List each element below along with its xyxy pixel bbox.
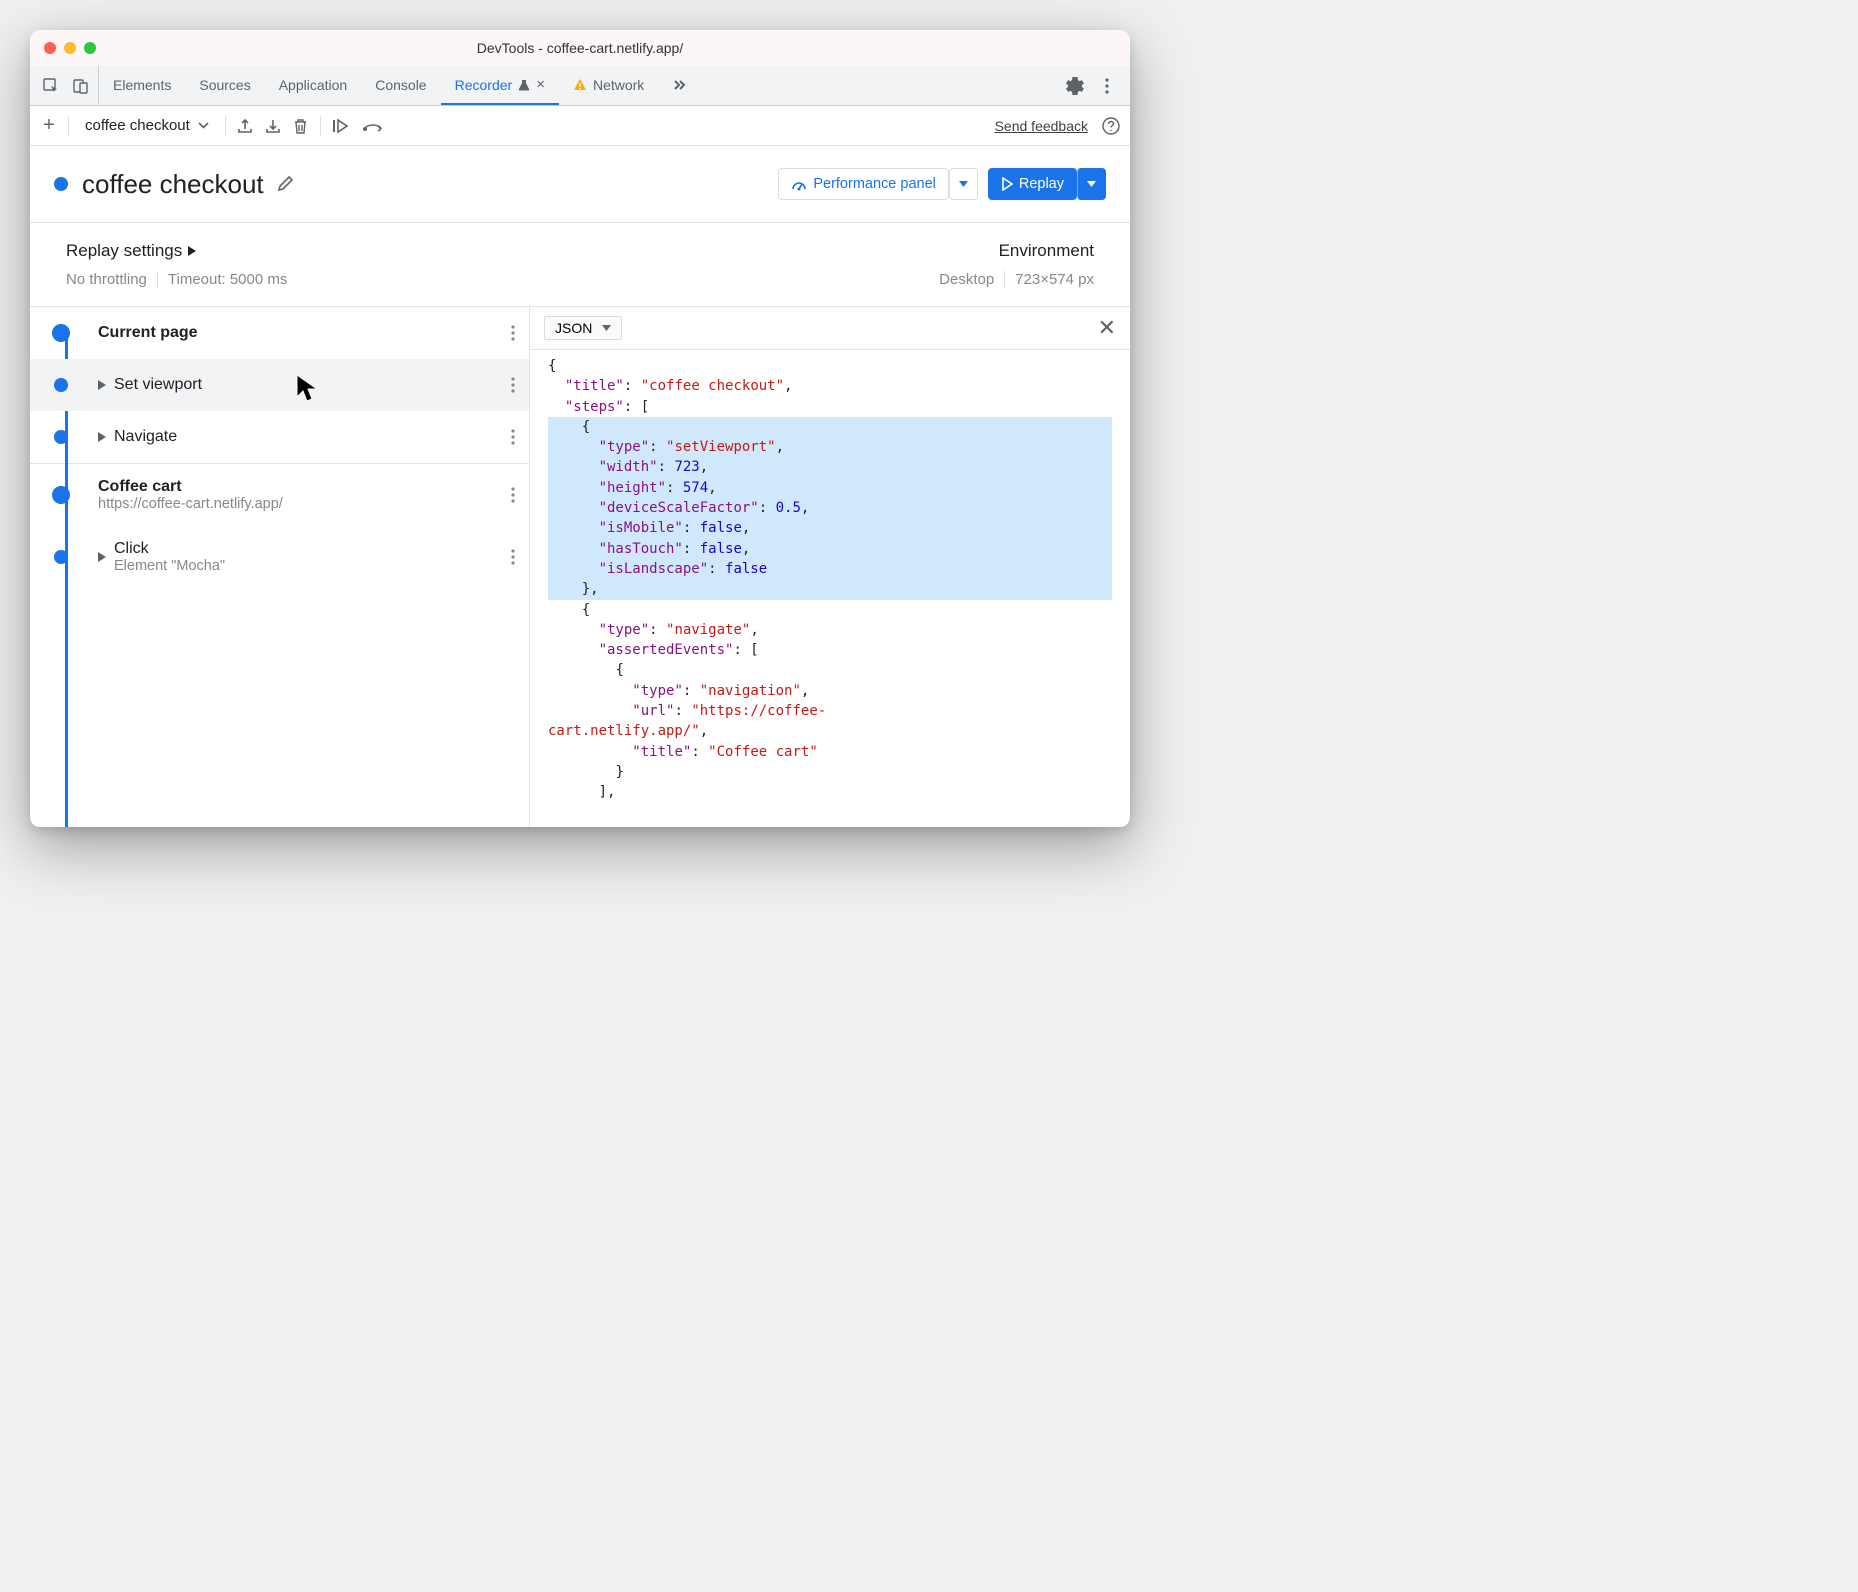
expand-icon[interactable]: [98, 380, 106, 390]
warning-icon: [573, 78, 587, 92]
continue-icon[interactable]: [331, 117, 353, 135]
step-menu-icon[interactable]: [507, 373, 519, 397]
cursor-pointer-icon: [295, 373, 321, 403]
import-icon[interactable]: [264, 117, 282, 135]
timeout-value: Timeout: 5000 ms: [168, 271, 288, 288]
step-menu-icon[interactable]: [507, 545, 519, 569]
devtools-tabbar: Elements Sources Application Console Rec…: [30, 66, 1130, 106]
status-dot: [54, 177, 68, 191]
settings-gear-icon[interactable]: [1066, 77, 1084, 95]
tab-recorder[interactable]: Recorder ×: [441, 66, 559, 105]
caret-down-icon: [1087, 181, 1096, 187]
timeline-step-page-coffee-cart[interactable]: Coffee cart https://coffee-cart.netlify.…: [30, 464, 529, 526]
replay-settings-toggle[interactable]: Replay settings: [66, 241, 580, 261]
code-viewer[interactable]: { "title": "coffee checkout", "steps": […: [530, 350, 1130, 827]
more-tabs-button[interactable]: [658, 66, 700, 105]
close-panel-icon[interactable]: ✕: [1098, 315, 1116, 341]
timeline-step-set-viewport[interactable]: Set viewport: [30, 359, 529, 411]
step-icon[interactable]: [363, 117, 385, 135]
chevron-down-icon: [198, 122, 209, 129]
code-panel: JSON ✕ { "title": "coffee checkout", "st…: [530, 307, 1130, 827]
play-icon: [1001, 177, 1013, 191]
inspect-icon[interactable]: [42, 77, 60, 95]
tab-application[interactable]: Application: [265, 66, 362, 105]
recording-dropdown[interactable]: coffee checkout: [79, 113, 215, 138]
close-tab-icon[interactable]: ×: [536, 76, 545, 93]
step-menu-icon[interactable]: [507, 321, 519, 345]
flask-icon: [518, 79, 530, 91]
tab-elements[interactable]: Elements: [99, 66, 185, 105]
timeline-step-current-page[interactable]: Current page: [30, 307, 529, 359]
replay-dropdown-caret[interactable]: [1077, 168, 1106, 200]
help-icon[interactable]: [1102, 117, 1120, 135]
step-menu-icon[interactable]: [507, 425, 519, 449]
device-toggle-icon[interactable]: [72, 77, 90, 95]
environment-title: Environment: [580, 241, 1094, 261]
recording-header: coffee checkout Performance panel Replay: [30, 146, 1130, 223]
settings-row: Replay settings No throttling Timeout: 5…: [30, 223, 1130, 307]
devtools-window: DevTools - coffee-cart.netlify.app/ Elem…: [30, 30, 1130, 827]
timeline-step-click[interactable]: Click Element "Mocha": [30, 526, 529, 588]
edit-name-icon[interactable]: [276, 175, 294, 193]
chevron-right-double-icon: [672, 78, 686, 92]
window-titlebar: DevTools - coffee-cart.netlify.app/: [30, 30, 1130, 66]
format-select[interactable]: JSON: [544, 316, 622, 340]
device-value: Desktop: [939, 271, 994, 288]
kebab-menu-icon[interactable]: [1098, 77, 1116, 95]
delete-icon[interactable]: [292, 117, 310, 135]
performance-panel-button[interactable]: Performance panel: [778, 168, 978, 200]
expand-icon[interactable]: [98, 552, 106, 562]
timeline-panel: Current page Set viewport Navigate: [30, 307, 530, 827]
send-feedback-link[interactable]: Send feedback: [995, 118, 1088, 134]
window-title: DevTools - coffee-cart.netlify.app/: [30, 40, 1130, 56]
recording-title: coffee checkout: [82, 169, 264, 200]
tab-sources[interactable]: Sources: [185, 66, 264, 105]
expand-icon[interactable]: [98, 432, 106, 442]
triangle-right-icon: [188, 246, 196, 256]
step-menu-icon[interactable]: [507, 483, 519, 507]
replay-button[interactable]: Replay: [988, 168, 1106, 200]
tab-network[interactable]: Network: [559, 66, 658, 105]
performance-dropdown-caret[interactable]: [949, 168, 978, 200]
caret-down-icon: [959, 181, 968, 187]
add-recording-button[interactable]: +: [40, 117, 58, 135]
gauge-icon: [791, 176, 807, 192]
throttling-value: No throttling: [66, 271, 147, 288]
export-icon[interactable]: [236, 117, 254, 135]
caret-down-icon: [602, 325, 611, 331]
tab-console[interactable]: Console: [361, 66, 440, 105]
dimensions-value: 723×574 px: [1015, 271, 1094, 288]
recorder-toolbar: + coffee checkout Send feedback: [30, 106, 1130, 146]
timeline-step-navigate[interactable]: Navigate: [30, 411, 529, 463]
body-split: Current page Set viewport Navigate: [30, 307, 1130, 827]
